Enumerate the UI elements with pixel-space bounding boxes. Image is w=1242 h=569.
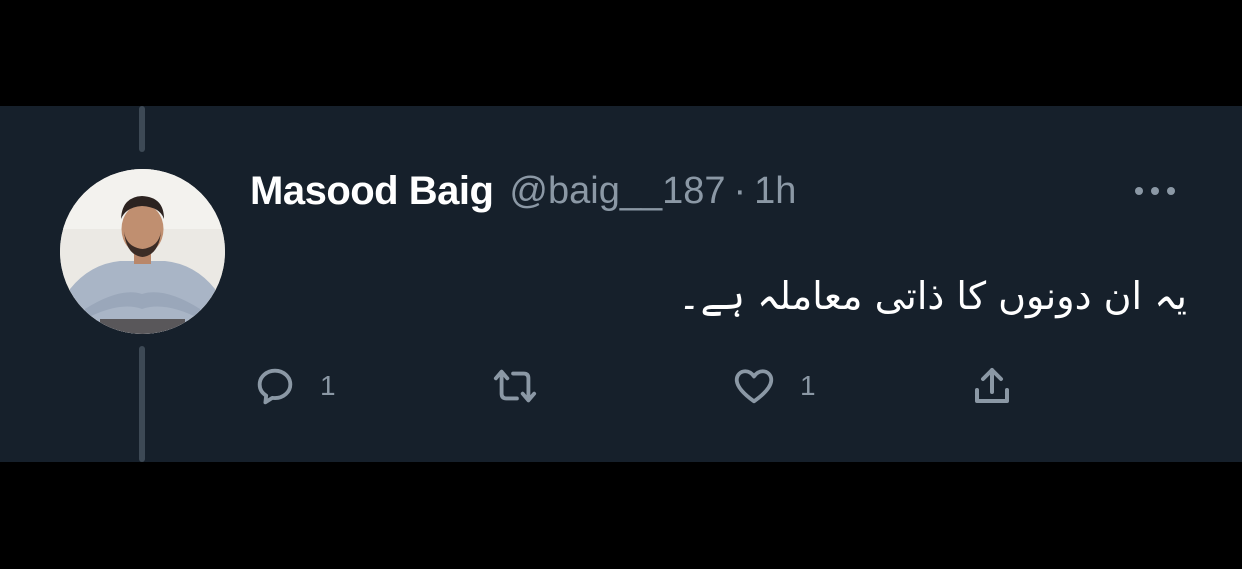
like-count: 1 [800, 370, 816, 401]
share-button[interactable] [968, 361, 1016, 411]
tweet-text: یہ ان دونوں کا ذاتی معاملہ ہے۔ [678, 274, 1187, 318]
retweet-button[interactable] [488, 361, 542, 411]
reply-count: 1 [320, 370, 336, 401]
tweet[interactable]: Masood Baig @baig__187 · 1h یہ ان دونوں … [0, 106, 1242, 462]
tweet-header: Masood Baig @baig__187 · 1h [250, 166, 796, 216]
separator-dot: · [733, 169, 747, 212]
author-name[interactable]: Masood Baig [250, 169, 494, 214]
more-icon [1135, 187, 1175, 195]
share-icon [975, 368, 1009, 403]
reply-button[interactable]: 1 [252, 361, 336, 411]
retweet-icon [493, 369, 537, 403]
like-button[interactable]: 1 [730, 361, 816, 411]
more-button[interactable] [1130, 176, 1180, 206]
avatar[interactable] [60, 169, 225, 334]
heart-icon [734, 369, 774, 404]
thread-line-top [139, 106, 145, 152]
timestamp[interactable]: 1h [754, 170, 796, 213]
reply-icon [257, 368, 293, 405]
screenshot: Masood Baig @baig__187 · 1h یہ ان دونوں … [0, 0, 1242, 569]
author-handle[interactable]: @baig__187 [509, 170, 725, 213]
thread-line-bottom [139, 346, 145, 462]
